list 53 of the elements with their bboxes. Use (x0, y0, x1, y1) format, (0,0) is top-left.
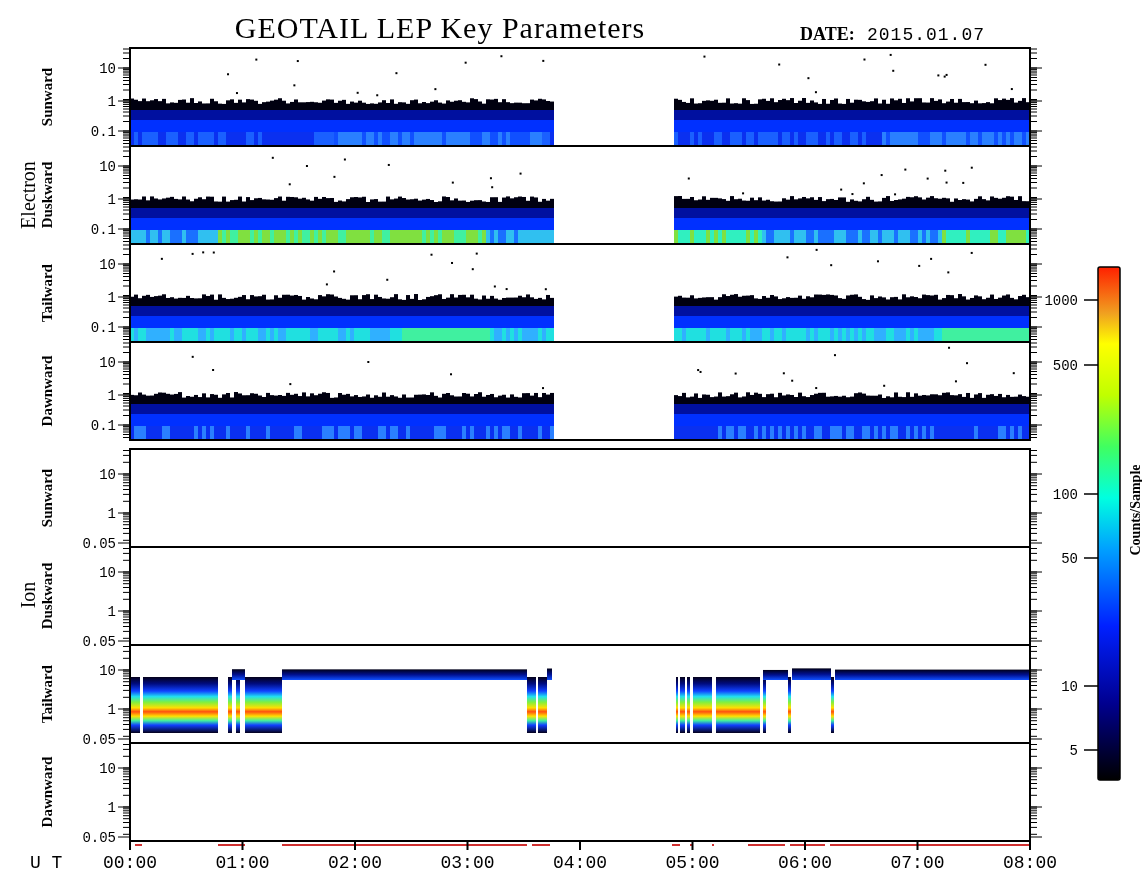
y-tick-label: 10 (99, 159, 116, 175)
y-tick-label: 0.1 (90, 124, 116, 140)
panel-label: Tailward (39, 665, 55, 723)
colorbar-tick-label: 5 (1069, 743, 1078, 759)
colorbar-tick-label: 50 (1061, 551, 1078, 567)
group-label: Ion (17, 581, 39, 609)
y-tick-label: 1 (107, 192, 116, 208)
y-tick-label: 10 (99, 761, 116, 777)
x-tick-label: 05:00 (665, 853, 720, 873)
y-tick-label: 10 (99, 257, 116, 273)
y-tick-label: 1 (107, 94, 116, 110)
panel-label: Duskward (39, 161, 55, 229)
y-tick-label: 0.1 (90, 320, 116, 336)
panel-label: Dawnward (39, 355, 55, 427)
panel-label: Tailward (39, 264, 55, 322)
colorbar-tick-label: 100 (1052, 487, 1078, 503)
y-tick-label: 1 (107, 506, 116, 522)
y-tick-label: 1 (107, 290, 116, 306)
y-tick-label: 0.05 (82, 536, 116, 552)
y-tick-label: 0.1 (90, 222, 116, 238)
y-tick-label: 0.05 (82, 830, 116, 846)
y-tick-label: 10 (99, 565, 116, 581)
y-tick-label: 0.05 (82, 634, 116, 650)
y-tick-label: 1 (107, 388, 116, 404)
y-tick-label: 1 (107, 800, 116, 816)
y-tick-label: 10 (99, 663, 116, 679)
group-label: Electron (17, 161, 39, 229)
y-tick-label: 0.05 (82, 732, 116, 748)
y-tick-label: 10 (99, 467, 116, 483)
date-label: DATE: (800, 24, 855, 44)
x-tick-label: 06:00 (778, 853, 832, 873)
panel-label: Sunward (39, 468, 55, 528)
panel-label: Dawnward (39, 756, 55, 828)
x-tick-label: 03:00 (440, 853, 495, 873)
x-axis-label: U T (30, 853, 63, 873)
colorbar-tick-label: 10 (1061, 679, 1078, 695)
x-tick-label: 04:00 (553, 853, 607, 873)
y-tick-label: 10 (99, 61, 116, 77)
y-tick-label: 1 (107, 604, 116, 620)
y-tick-label: 10 (99, 355, 116, 371)
plot-title: GEOTAIL LEP Key Parameters (234, 11, 646, 44)
colorbar-tick-label: 500 (1052, 358, 1078, 374)
x-tick-label: 08:00 (1003, 853, 1057, 873)
y-tick-label: 1 (107, 702, 116, 718)
panel-label: Sunward (39, 67, 55, 127)
panel-label: Duskward (39, 562, 55, 630)
y-tick-label: 0.1 (90, 418, 116, 434)
x-tick-label: 07:00 (890, 853, 945, 873)
x-tick-label: 01:00 (215, 853, 270, 873)
date-value: 2015.01.07 (867, 25, 986, 45)
colorbar-tick-label: 1000 (1044, 293, 1078, 309)
x-tick-label: 02:00 (328, 853, 382, 873)
x-tick-label: 00:00 (103, 853, 157, 873)
